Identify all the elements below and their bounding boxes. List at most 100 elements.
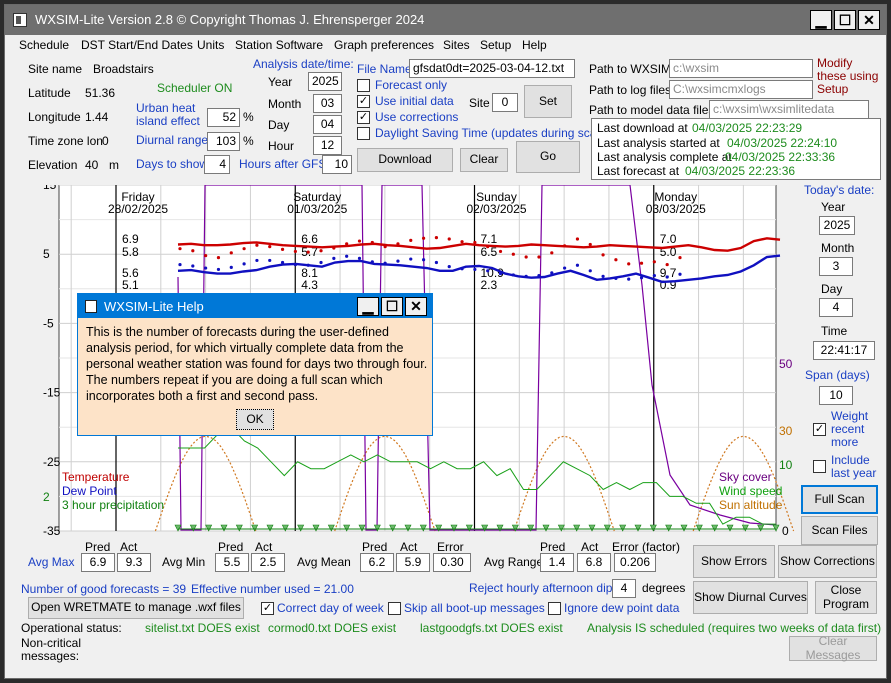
dew-observation: [204, 266, 208, 270]
urban-heat-input[interactable]: 52: [207, 108, 240, 127]
good-forecasts-count[interactable]: Number of good forecasts = 39: [21, 582, 186, 596]
today-year-input[interactable]: 2025: [819, 216, 855, 235]
y-tick-label: 5: [43, 247, 50, 261]
site-index-input[interactable]: 0: [492, 93, 518, 112]
minimize-button[interactable]: ▁: [810, 10, 832, 30]
day-value-4: 4.3: [301, 278, 318, 292]
day-value-1: 6.6: [301, 232, 318, 246]
correct-day-checkbox[interactable]: ✓: [261, 602, 274, 615]
temp-observation: [486, 244, 490, 249]
help-dialog-message: This is the number of forecasts during t…: [86, 325, 428, 403]
help-minimize-button[interactable]: ▁: [357, 297, 379, 316]
longitude-value: 1.44: [85, 110, 109, 124]
hours-after-gfs-input[interactable]: 10: [322, 155, 352, 174]
last-download-label: Last download at: [597, 121, 688, 135]
show-corrections-button[interactable]: Show Corrections: [778, 545, 877, 578]
today-day-input[interactable]: 4: [819, 298, 853, 317]
avg-max-act: 9.3: [117, 553, 151, 572]
pred-header-1: Pred: [85, 540, 111, 554]
temp-observation: [229, 251, 233, 255]
span-days-input[interactable]: 10: [819, 386, 853, 405]
reject-dips-input[interactable]: 4: [612, 579, 636, 598]
go-button[interactable]: Go: [516, 141, 580, 173]
use-initial-checkbox[interactable]: ✓: [357, 95, 370, 108]
menu-sites[interactable]: Sites: [443, 38, 470, 52]
help-maximize-button[interactable]: ☐: [381, 297, 403, 316]
help-close-button[interactable]: ✕: [405, 297, 427, 316]
temp-observation: [639, 261, 644, 265]
menu-station-software[interactable]: Station Software: [235, 38, 323, 52]
dew-observation: [601, 274, 605, 278]
avg-mean-error: 0.30: [433, 553, 471, 572]
dew-observation: [409, 257, 413, 261]
path-log-input[interactable]: C:\wxsimcmxlogs: [669, 80, 813, 99]
path-wxsim-input[interactable]: c:\wxsim: [669, 59, 813, 78]
menu-help[interactable]: Help: [522, 38, 547, 52]
days-to-show-label: Days to show: [136, 157, 209, 171]
show-errors-button[interactable]: Show Errors: [693, 545, 775, 578]
forecast-only-checkbox[interactable]: [357, 79, 370, 92]
close-button[interactable]: ✕: [858, 10, 880, 30]
skip-boot-checkbox[interactable]: [388, 602, 401, 615]
scan-files-button[interactable]: Scan Files: [801, 516, 878, 545]
analysis-year-input[interactable]: 2025: [308, 72, 342, 91]
diurnal-range-input[interactable]: 103: [207, 132, 240, 151]
clear-messages-button[interactable]: Clear Messages: [789, 635, 877, 661]
last-forecast-value: 04/03/2025 22:23:36: [685, 164, 796, 178]
legend-right-item: Wind speed: [719, 484, 782, 498]
menu-setup[interactable]: Setup: [480, 38, 511, 52]
temp-observation: [409, 238, 413, 242]
right-tick-wind: 10: [779, 458, 793, 472]
days-to-show-input[interactable]: 4: [204, 155, 230, 174]
status-cormod: cormod0.txt DOES exist: [268, 621, 397, 635]
y-tick-label: -5: [43, 316, 54, 330]
show-diurnal-button[interactable]: Show Diurnal Curves: [693, 581, 808, 614]
help-ok-button[interactable]: OK: [236, 409, 274, 430]
site-name-value: Broadstairs: [93, 62, 154, 76]
temp-observation: [268, 244, 272, 249]
file-name-input[interactable]: gfsdat0dt=2025-03-04-12.txt: [409, 59, 575, 78]
include-last-year-checkbox[interactable]: [813, 460, 826, 473]
full-scan-button[interactable]: Full Scan: [801, 485, 878, 514]
menu-dst[interactable]: DST Start/End Dates: [81, 38, 193, 52]
analysis-hour-input[interactable]: 12: [313, 136, 342, 155]
use-corrections-checkbox[interactable]: ✓: [357, 111, 370, 124]
weight-recent-checkbox[interactable]: ✓: [813, 423, 826, 436]
legend-left-item: Temperature: [62, 470, 130, 484]
today-time-input[interactable]: 22:41:17: [813, 341, 875, 360]
temp-observation: [204, 253, 208, 258]
temp-observation: [588, 242, 592, 247]
menu-graph-preferences[interactable]: Graph preferences: [334, 38, 434, 52]
maximize-button[interactable]: ☐: [834, 10, 856, 30]
ignore-dew-label: Ignore dew point data: [564, 601, 680, 615]
status-lastgoodgfs: lastgoodgfs.txt DOES exist: [420, 621, 563, 635]
last-forecast-label: Last forecast at: [597, 164, 680, 178]
analysis-complete-value: 04/03/2025 22:33:36: [725, 150, 836, 164]
temp-observation: [216, 256, 221, 260]
open-wretmate-button[interactable]: Open WRETMATE to manage .wxf files: [28, 597, 244, 619]
menu-units[interactable]: Units: [197, 38, 224, 52]
dew-observation: [370, 260, 374, 264]
menu-schedule[interactable]: Schedule: [19, 38, 69, 52]
dew-observation: [665, 275, 669, 279]
temp-observation: [537, 255, 541, 259]
clear-button[interactable]: Clear: [460, 148, 508, 172]
y-tick-label: -35: [43, 524, 61, 538]
dew-observation: [319, 260, 323, 265]
analysis-day-input[interactable]: 04: [313, 115, 342, 134]
ignore-dew-checkbox[interactable]: [548, 602, 561, 615]
temp-observation: [447, 237, 451, 241]
error-factor-header: Error (factor): [612, 540, 681, 554]
dst-checkbox[interactable]: [357, 127, 370, 140]
act-header-1: Act: [120, 540, 138, 554]
download-button[interactable]: Download: [357, 148, 453, 172]
close-program-button[interactable]: Close Program: [815, 581, 877, 614]
analysis-month-input[interactable]: 03: [313, 94, 342, 113]
path-model-input[interactable]: c:\wxsim\wxsimlitedata: [709, 100, 869, 119]
set-button[interactable]: Set: [524, 85, 572, 118]
temp-observation: [627, 262, 631, 266]
effective-number: Effective number used = 21.00: [191, 582, 354, 596]
today-month-input[interactable]: 3: [819, 257, 853, 276]
dew-observation: [627, 277, 631, 281]
dew-observation: [178, 262, 182, 267]
